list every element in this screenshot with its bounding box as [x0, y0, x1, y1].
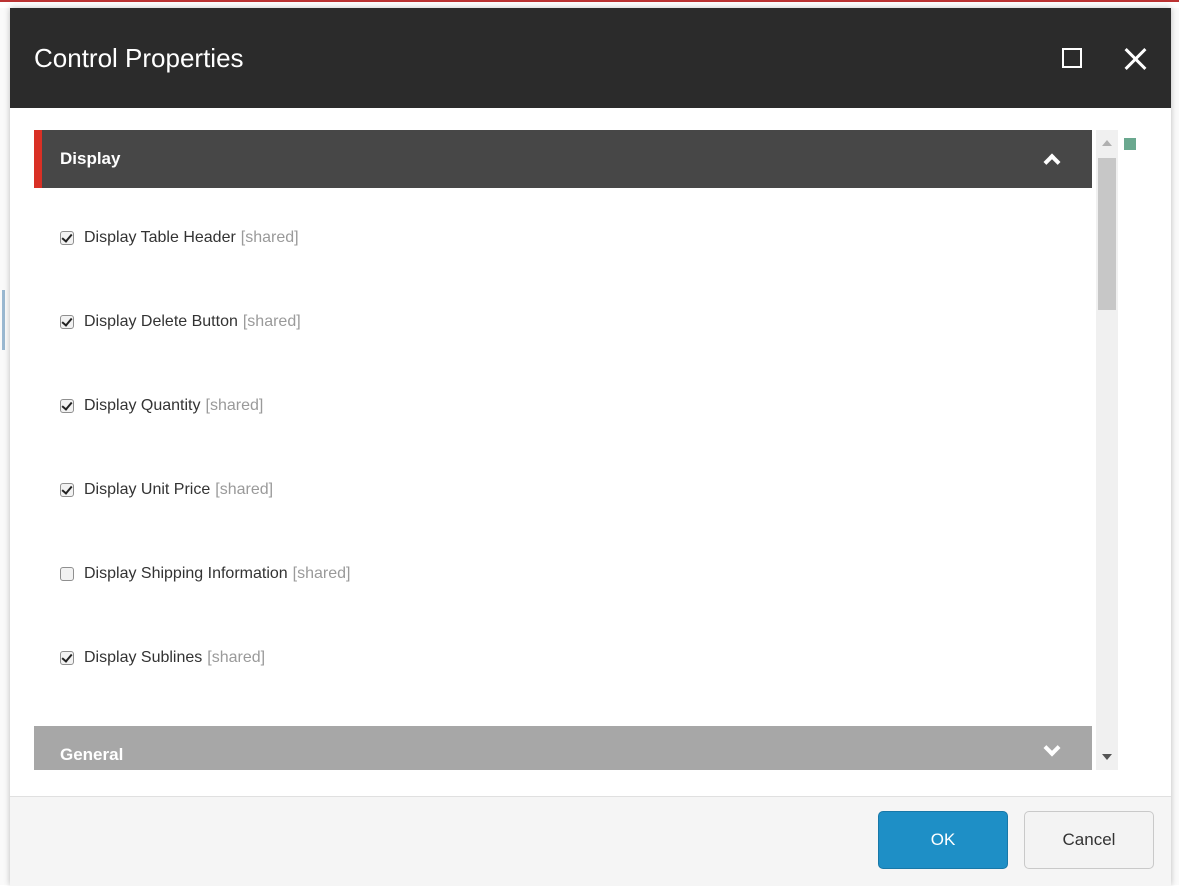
- shared-tag: [shared]: [205, 397, 264, 414]
- field-display-unit-price[interactable]: Display Unit Price [shared]: [60, 478, 273, 502]
- checkbox[interactable]: [60, 483, 74, 497]
- vertical-scrollbar[interactable]: [1096, 130, 1118, 770]
- dialog-content: Display Display Table Header [shared] Di…: [34, 130, 1092, 770]
- chevron-up-icon[interactable]: [1043, 153, 1061, 171]
- maximize-icon[interactable]: [1062, 48, 1082, 68]
- chevron-down-icon[interactable]: [1043, 739, 1061, 757]
- checkbox[interactable]: [60, 567, 74, 581]
- dialog-footer: OK Cancel: [10, 796, 1171, 886]
- scroll-thumb[interactable]: [1098, 158, 1116, 310]
- background-mark: [2, 290, 5, 350]
- field-display-table-header[interactable]: Display Table Header [shared]: [60, 226, 299, 250]
- field-display-quantity[interactable]: Display Quantity [shared]: [60, 394, 263, 418]
- dialog-titlebar: Control Properties: [10, 8, 1171, 108]
- dialog-title: Control Properties: [34, 43, 244, 73]
- close-icon[interactable]: [1120, 44, 1150, 74]
- field-label: Display Unit Price: [84, 481, 211, 498]
- field-display-shipping-information[interactable]: Display Shipping Information [shared]: [60, 562, 350, 586]
- field-display-delete-button[interactable]: Display Delete Button [shared]: [60, 310, 301, 334]
- scroll-down-arrow-icon[interactable]: [1102, 754, 1112, 760]
- control-properties-dialog: Control Properties Display Display Table…: [10, 8, 1171, 886]
- background-accent-bar: [0, 0, 1179, 2]
- checkbox[interactable]: [60, 231, 74, 245]
- scroll-up-arrow-icon[interactable]: [1102, 140, 1112, 146]
- field-display-sublines[interactable]: Display Sublines [shared]: [60, 646, 265, 670]
- section-title: Display: [60, 149, 121, 168]
- checkbox[interactable]: [60, 399, 74, 413]
- shared-tag: [shared]: [215, 481, 274, 498]
- field-label: Display Table Header: [84, 229, 236, 246]
- background-page-right: [1171, 0, 1179, 885]
- shared-tag: [shared]: [292, 565, 351, 582]
- field-label: Display Delete Button: [84, 313, 238, 330]
- shared-tag: [shared]: [242, 313, 301, 330]
- checkbox[interactable]: [60, 315, 74, 329]
- background-page-left: [0, 0, 10, 885]
- status-marker-icon: [1124, 138, 1136, 150]
- field-label: Display Sublines: [84, 649, 203, 666]
- section-header-display[interactable]: Display: [34, 130, 1092, 188]
- field-label: Display Quantity: [84, 397, 201, 414]
- shared-tag: [shared]: [207, 649, 266, 666]
- ok-button[interactable]: OK: [878, 811, 1008, 869]
- background-page-top: [0, 0, 1179, 8]
- checkbox[interactable]: [60, 651, 74, 665]
- section-header-general[interactable]: General: [34, 726, 1092, 770]
- section-title: General: [60, 745, 124, 764]
- field-label: Display Shipping Information: [84, 565, 288, 582]
- cancel-button[interactable]: Cancel: [1024, 811, 1154, 869]
- shared-tag: [shared]: [240, 229, 299, 246]
